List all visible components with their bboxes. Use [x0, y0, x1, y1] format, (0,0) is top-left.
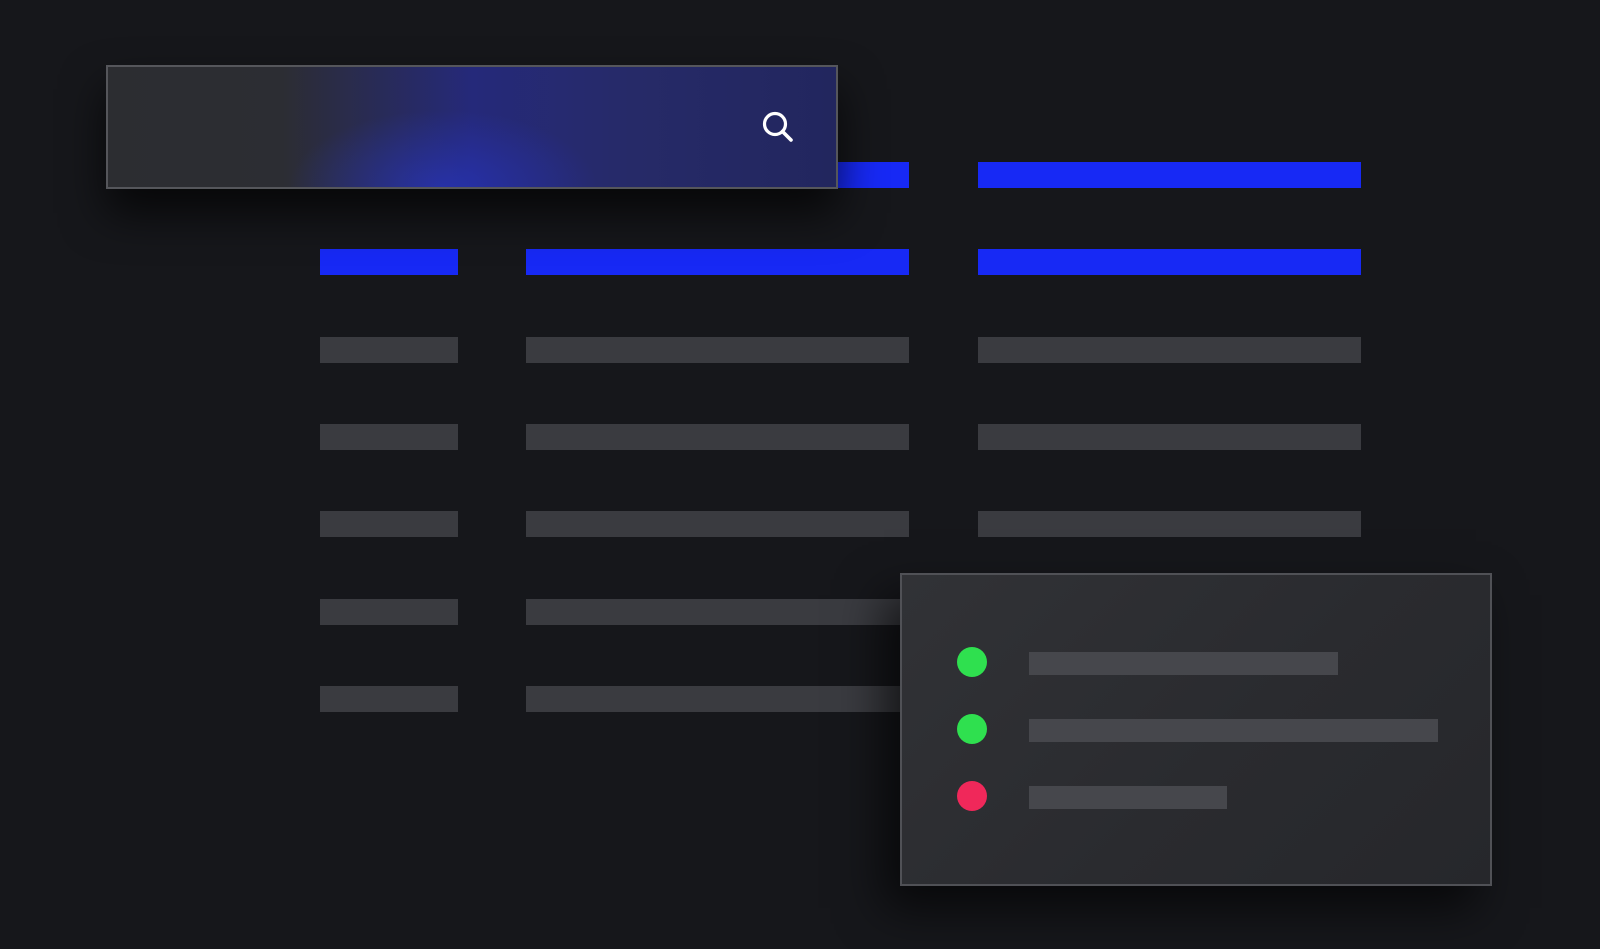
table-header-cell — [526, 249, 909, 275]
table-cell — [320, 511, 458, 537]
status-ok-dot-icon — [957, 647, 987, 677]
status-ok-dot-icon — [957, 714, 987, 744]
status-panel — [900, 573, 1492, 886]
table-cell — [526, 424, 909, 450]
app-canvas — [0, 0, 1600, 949]
table-header-cell — [320, 249, 458, 275]
table-cell — [526, 599, 909, 625]
table-cell — [320, 686, 458, 712]
search-bar[interactable] — [106, 65, 838, 189]
status-label-placeholder — [1029, 786, 1227, 809]
table-cell — [320, 599, 458, 625]
table-header-cell — [978, 249, 1361, 275]
status-label-placeholder — [1029, 719, 1438, 742]
table-cell — [526, 686, 909, 712]
table-cell — [978, 511, 1361, 537]
table-cell — [978, 337, 1361, 363]
table-header-cell — [978, 162, 1361, 188]
table-cell — [526, 337, 909, 363]
search-icon[interactable] — [758, 107, 798, 147]
table-cell — [526, 511, 909, 537]
table-cell — [320, 337, 458, 363]
status-item[interactable] — [902, 644, 1490, 680]
status-error-dot-icon — [957, 781, 987, 811]
table-cell — [978, 424, 1361, 450]
table-cell — [320, 424, 458, 450]
status-item[interactable] — [902, 711, 1490, 747]
status-label-placeholder — [1029, 652, 1338, 675]
status-item[interactable] — [902, 778, 1490, 814]
